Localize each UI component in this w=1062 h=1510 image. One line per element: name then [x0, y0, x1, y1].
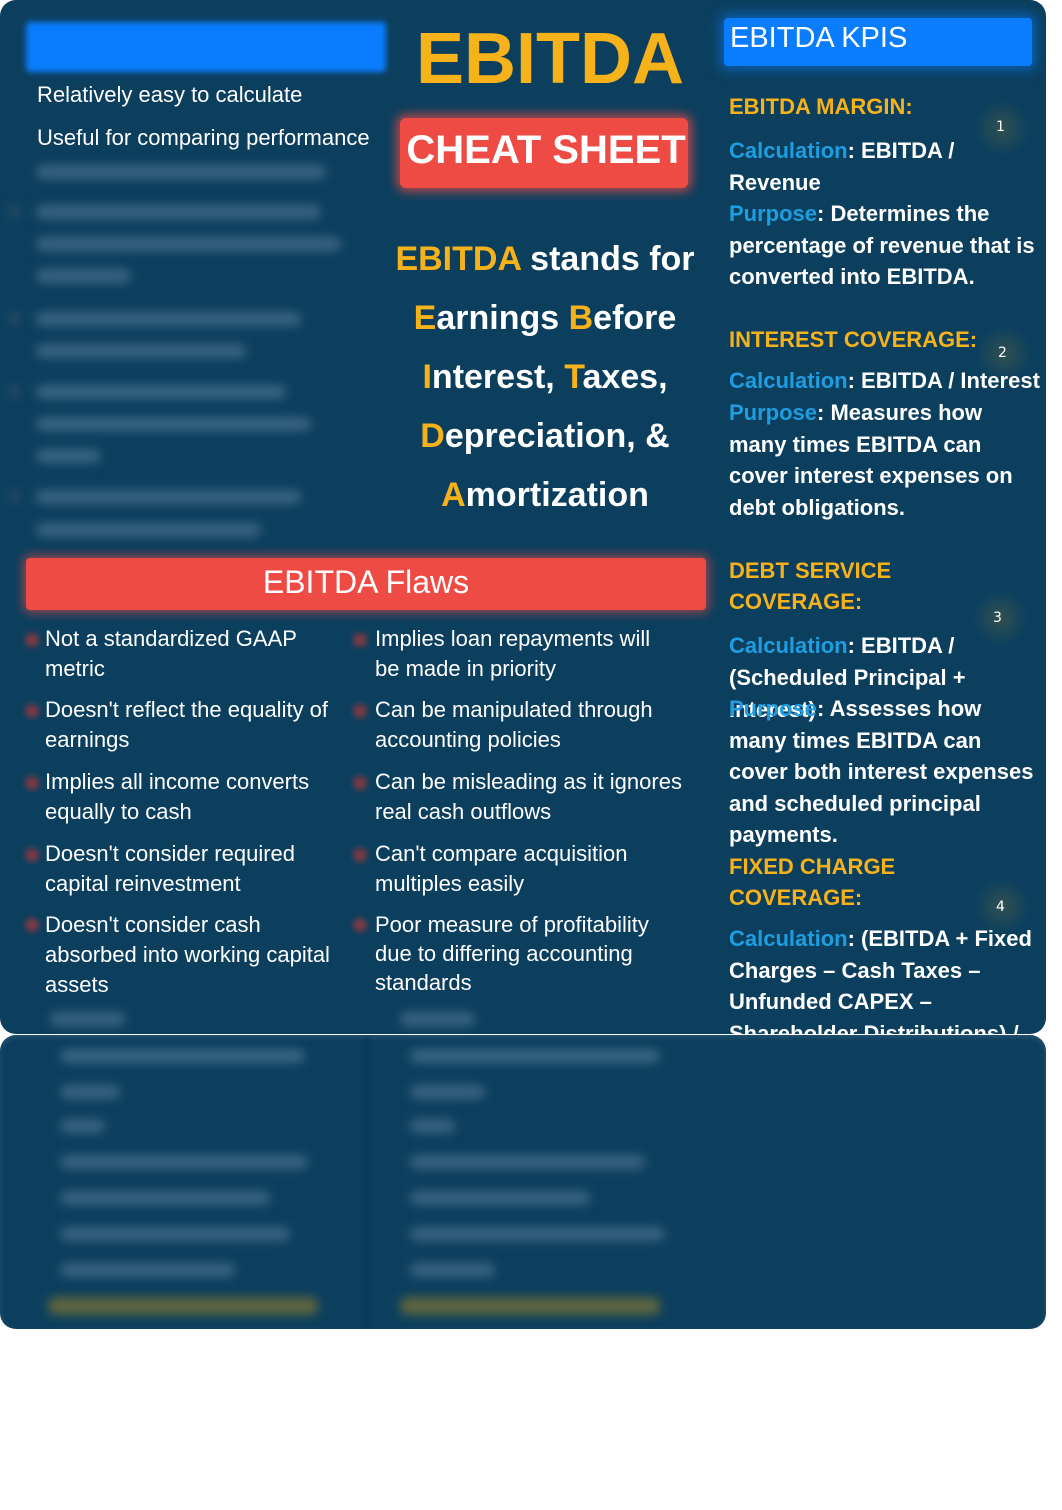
page-title: EBITDA — [416, 19, 684, 99]
kpi-calculation: Calculation: (EBITDA + Fixed Charges – C… — [729, 926, 1032, 1034]
cheat-sheet-page-2 — [0, 1035, 1046, 1329]
bullet-icon — [353, 633, 367, 647]
flaw-item: Not a standardized GAAP metric — [45, 626, 297, 681]
benefit-item: Useful for comparing performance — [37, 125, 370, 150]
cheat-sheet-page-1: Relatively easy to calculate Useful for … — [0, 0, 1046, 1034]
kpi-title: EBITDA MARGIN: — [729, 94, 913, 119]
kpi-purpose: Purpose: Assesses how many times EBITDA … — [729, 696, 1034, 847]
bullet-icon — [25, 918, 39, 932]
kpi-number: 2 — [998, 345, 1007, 361]
bullet-icon — [353, 918, 367, 932]
kpi-purpose: Purpose: Determines the percentage of re… — [729, 201, 1035, 289]
kpi-number: 4 — [996, 899, 1005, 915]
bullet-icon — [25, 633, 39, 647]
definition-lead: EBITDA stands for — [395, 240, 695, 278]
definition-line: Interest, Taxes, — [422, 358, 668, 396]
flaw-item: Implies all income converts equally to c… — [45, 769, 310, 824]
column-divider — [365, 1035, 368, 1329]
kpi-number: 3 — [993, 610, 1002, 626]
flaw-item: Doesn't consider cash absorbed into work… — [45, 912, 330, 997]
flaw-item: Can't compare acquisition multiples easi… — [375, 841, 628, 896]
bullet-icon — [353, 704, 367, 718]
flaw-item: Can be manipulated through accounting po… — [375, 697, 653, 752]
kpi-purpose: Purpose: Measures how many times EBITDA … — [729, 400, 1013, 520]
definition-line: Amortization — [441, 476, 649, 514]
flaw-item: Poor measure of profitability due to dif… — [375, 912, 649, 995]
bullet-icon — [25, 704, 39, 718]
definition-line: Depreciation, & — [420, 417, 670, 455]
kpi-title: DEBT SERVICE COVERAGE: — [729, 558, 892, 614]
kpi-title: INTEREST COVERAGE: — [729, 327, 978, 352]
definition-line: Earnings Before — [413, 299, 677, 337]
bullet-icon — [25, 848, 39, 862]
flaw-item: Implies loan repayments will be made in … — [375, 626, 651, 681]
flaw-item: Can be misleading as it ignores real cas… — [375, 769, 682, 824]
bullet-icon — [353, 776, 367, 790]
benefit-item: Relatively easy to calculate — [37, 82, 303, 107]
kpi-number: 1 — [996, 119, 1005, 135]
flaw-item: Doesn't reflect the equality of earnings — [45, 697, 329, 752]
kpi-title: FIXED CHARGE COVERAGE: — [729, 854, 896, 910]
kpi-calculation: Calculation: EBITDA / Interest — [729, 368, 1040, 393]
cheat-sheet-label: CHEAT SHEET — [406, 128, 686, 172]
definition-highlight: EBITDA — [395, 240, 521, 278]
flaw-item: Doesn't consider required capital reinve… — [45, 841, 296, 896]
ebitda-definition: EBITDA stands for Earnings Before Intere… — [395, 230, 695, 525]
bullet-icon — [353, 848, 367, 862]
bullet-icon — [25, 776, 39, 790]
flaws-title: EBITDA Flaws — [262, 564, 470, 600]
kpi-calculation: Calculation: EBITDA / Revenue — [729, 138, 955, 195]
kpi-header-title: EBITDA KPIS — [730, 22, 908, 54]
benefits-header — [26, 22, 386, 72]
